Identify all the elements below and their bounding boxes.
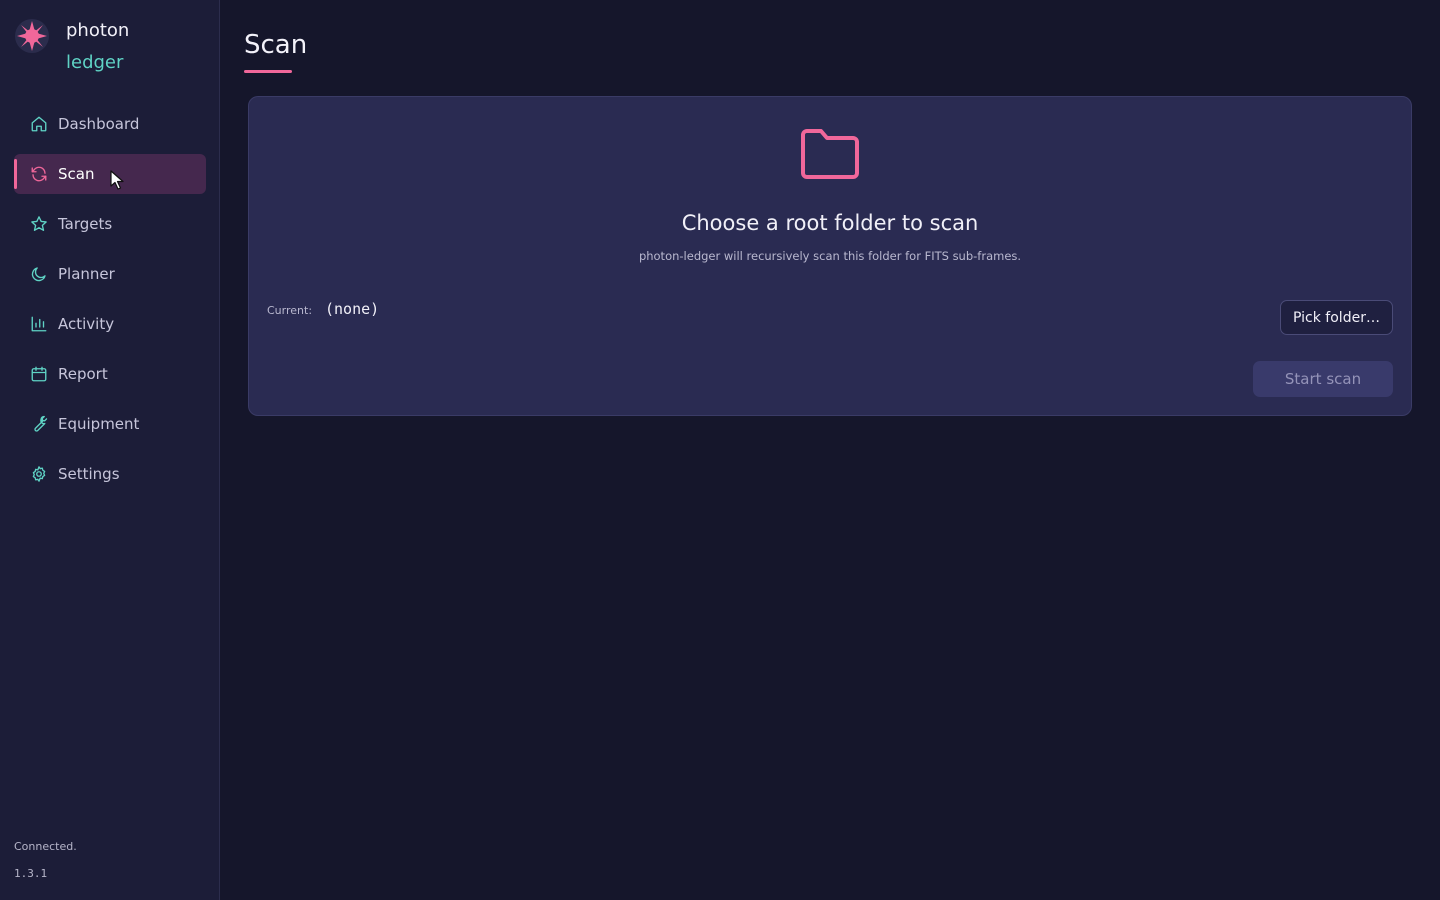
sidebar-item-settings[interactable]: Settings [14,454,206,494]
sidebar-item-equipment[interactable]: Equipment [14,404,206,444]
brand-line-2: ledger [66,52,124,73]
bar-chart-icon [30,315,48,333]
sidebar-item-label: Settings [58,465,120,483]
start-scan-button[interactable]: Start scan [1253,361,1393,397]
sidebar-item-label: Report [58,365,108,383]
sidebar-item-label: Planner [58,265,115,283]
brand[interactable]: photon ledger [14,18,129,82]
sidebar-nav: Dashboard Scan Targets Planner Activity … [14,104,206,504]
app-window: photon ledger Dashboard Scan Targets Pla… [0,0,1440,900]
calendar-icon [30,365,48,383]
sidebar-item-label: Scan [58,165,95,183]
main-content: Scan Choose a root folder to scan photon… [220,0,1440,900]
sidebar-item-label: Equipment [58,415,140,433]
sidebar-item-scan[interactable]: Scan [14,154,206,194]
title-underline [244,70,292,73]
connection-status: Connected. [14,840,77,853]
home-icon [30,115,48,133]
card-heading: Choose a root folder to scan [681,211,979,235]
sidebar-item-report[interactable]: Report [14,354,206,394]
sidebar: photon ledger Dashboard Scan Targets Pla… [0,0,220,900]
sidebar-item-dashboard[interactable]: Dashboard [14,104,206,144]
sidebar-item-label: Targets [58,215,113,233]
gear-icon [30,465,48,483]
star-logo-icon [14,18,50,54]
page-title: Scan [244,30,308,60]
app-version: 1.3.1 [14,867,48,880]
pick-folder-button[interactable]: Pick folder… [1280,300,1393,335]
wrench-icon [30,415,48,433]
scan-card: Choose a root folder to scan photon-ledg… [248,96,1412,416]
moon-icon [30,265,48,283]
brand-name: photon ledger [66,18,129,82]
brand-line-1: photon [66,20,130,41]
current-folder-value: (none) [325,300,380,318]
sidebar-item-planner[interactable]: Planner [14,254,206,294]
folder-icon [799,127,861,181]
sidebar-item-label: Dashboard [58,115,140,133]
sidebar-item-activity[interactable]: Activity [14,304,206,344]
star-icon [30,215,48,233]
sidebar-item-targets[interactable]: Targets [14,204,206,244]
sidebar-item-label: Activity [58,315,115,333]
refresh-icon [30,165,48,183]
card-subtext: photon-ledger will recursively scan this… [638,249,1022,263]
current-folder-label: Current: [267,304,313,317]
